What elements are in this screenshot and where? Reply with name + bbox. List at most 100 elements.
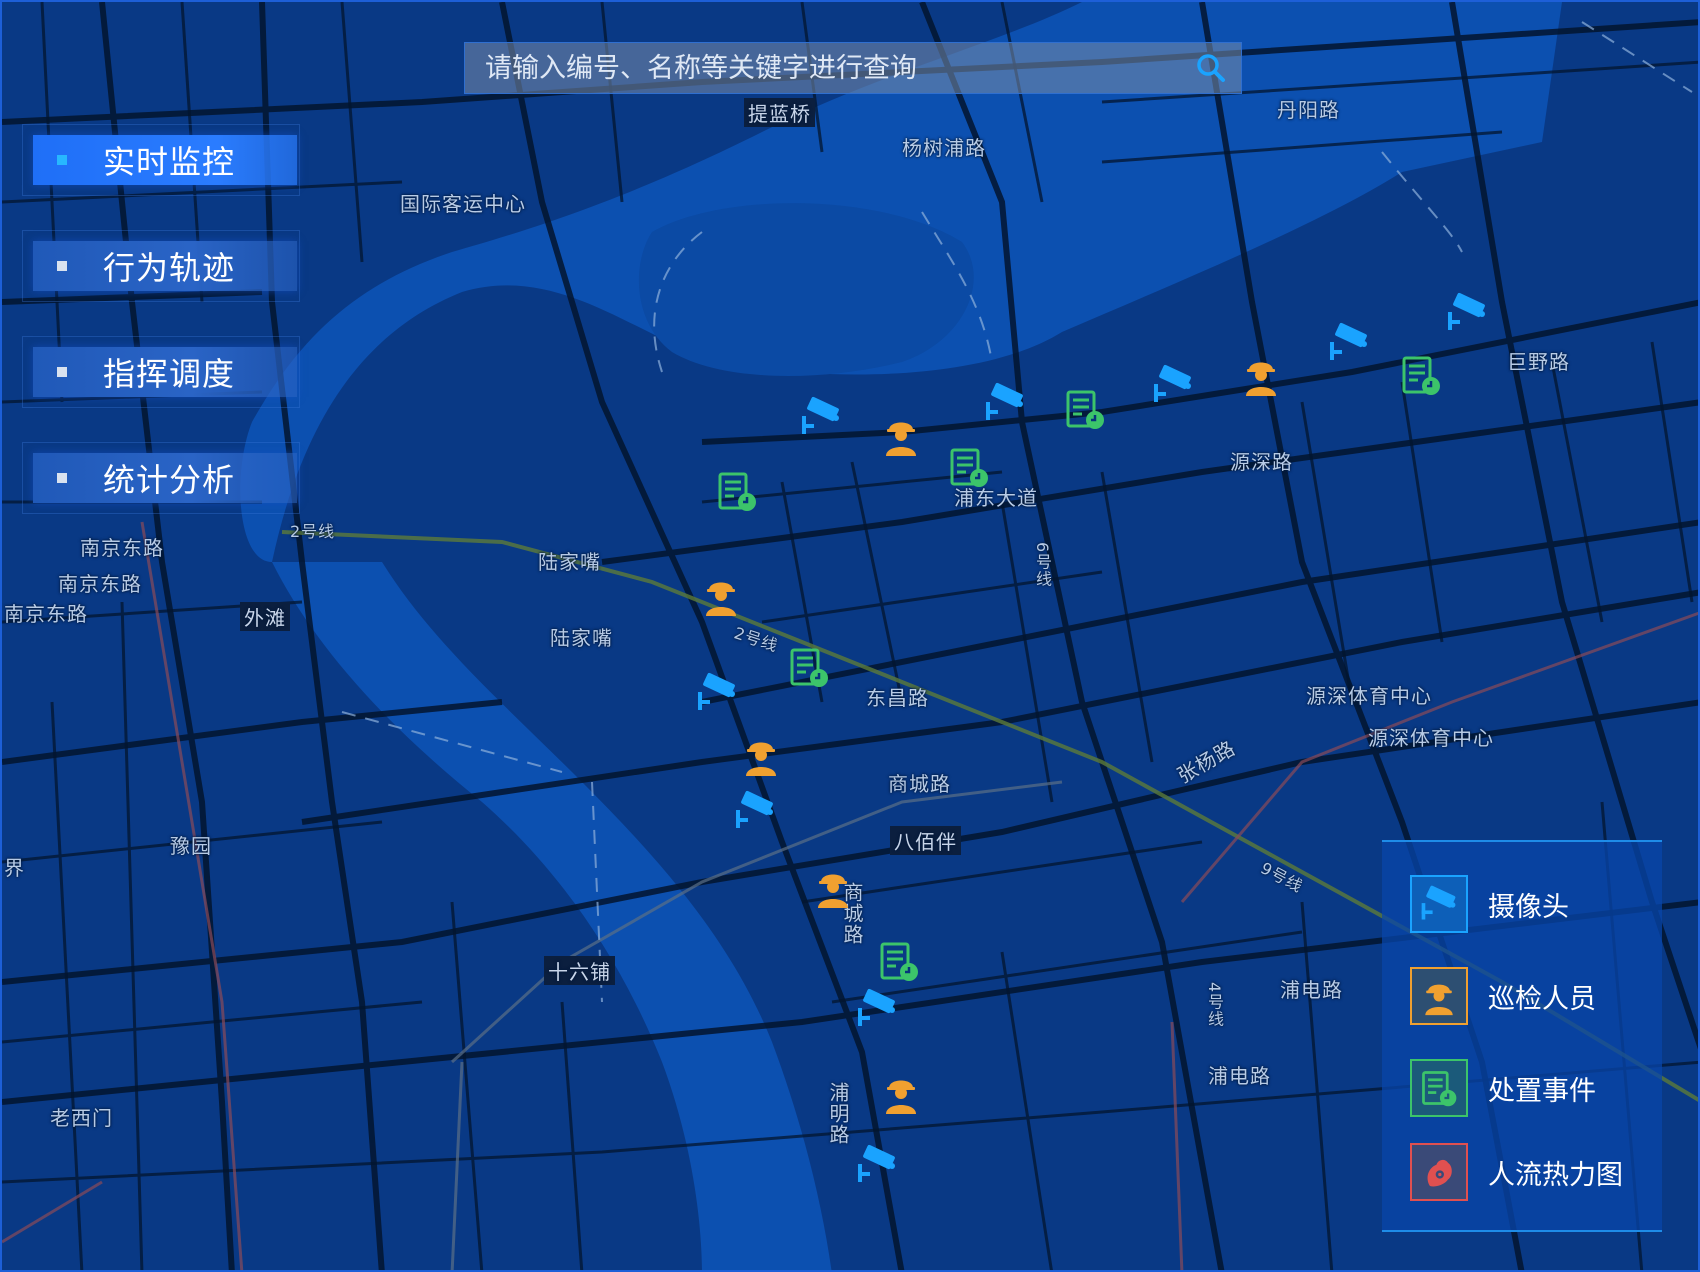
camera-marker[interactable] [1326, 320, 1372, 366]
map-label: 源深体育中心 [1368, 726, 1494, 750]
event-marker[interactable] [946, 444, 992, 490]
legend-item-event[interactable]: 处置事件 [1410, 1058, 1596, 1118]
search-bar [464, 42, 1242, 94]
map-legend: 摄像头 巡检人员 处置事件 人流热力图 [1382, 840, 1662, 1232]
search-button[interactable] [1181, 43, 1241, 93]
event-icon [950, 448, 988, 487]
map-label: 商城路 [888, 772, 951, 796]
legend-label: 处置事件 [1488, 1075, 1596, 1107]
worker-marker[interactable] [698, 572, 744, 618]
nav-item-command-dispatch[interactable]: 指挥调度 [22, 336, 300, 408]
worker-marker[interactable] [878, 1070, 924, 1116]
legend-label: 巡检人员 [1488, 983, 1596, 1015]
map-label: 南京东路 [80, 536, 164, 560]
worker-marker[interactable] [878, 412, 924, 458]
worker-marker[interactable] [810, 864, 856, 910]
worker-marker[interactable] [738, 732, 784, 778]
camera-marker[interactable] [982, 380, 1028, 426]
legend-item-worker[interactable]: 巡检人员 [1410, 966, 1596, 1026]
map-label: 外滩 [240, 602, 290, 631]
event-icon [790, 648, 828, 687]
map-label: 八佰伴 [890, 826, 961, 855]
worker-icon [1246, 362, 1276, 396]
camera-icon [1448, 292, 1485, 330]
worker-icon [1425, 984, 1453, 1016]
camera-icon [1154, 364, 1191, 402]
map-label: 东昌路 [866, 686, 929, 710]
map-label: 浦电路 [1208, 1064, 1271, 1088]
legend-item-heatmap[interactable]: 人流热力图 [1410, 1142, 1623, 1202]
map-label: 国际客运中心 [400, 192, 526, 216]
event-icon [880, 942, 918, 981]
camera-icon [736, 790, 773, 828]
event-marker[interactable] [1398, 352, 1444, 398]
event-marker[interactable] [1062, 386, 1108, 432]
nav-item-label: 行为轨迹 [103, 249, 236, 287]
camera-marker[interactable] [732, 788, 778, 834]
nav-item-label: 统计分析 [103, 461, 236, 499]
camera-marker[interactable] [1444, 290, 1490, 336]
heatmap-icon [1427, 1159, 1452, 1187]
worker-icon [746, 742, 776, 776]
map-label: 2号线 [290, 522, 336, 541]
map-label: 豫园 [170, 834, 212, 858]
event-icon [1422, 1071, 1457, 1107]
map-label: 十六铺 [544, 956, 615, 985]
nav-item-body: 行为轨迹 [33, 241, 297, 291]
event-icon [1402, 356, 1440, 395]
camera-icon [802, 396, 839, 434]
nav-item-body: 实时监控 [33, 135, 297, 185]
legend-icon-box [1410, 875, 1468, 933]
map-label: 4号线 [1205, 982, 1224, 1028]
nav-item-body: 指挥调度 [33, 347, 297, 397]
map-label: 巨野路 [1507, 350, 1570, 374]
camera-icon [858, 988, 895, 1026]
map-label: 界 [4, 856, 25, 880]
camera-marker[interactable] [854, 986, 900, 1032]
nav-bullet [57, 473, 67, 483]
map-label: 源深路 [1230, 450, 1293, 474]
camera-marker[interactable] [854, 1142, 900, 1188]
event-marker[interactable] [714, 468, 760, 514]
legend-icon-box [1410, 1143, 1468, 1201]
legend-icon-box [1410, 967, 1468, 1025]
worker-marker[interactable] [1238, 352, 1284, 398]
legend-label: 人流热力图 [1488, 1159, 1623, 1191]
map-label: 6号线 [1033, 542, 1052, 588]
map-label: 南京东路 [58, 572, 142, 596]
camera-marker[interactable] [694, 670, 740, 716]
map-label: 杨树浦路 [902, 136, 986, 160]
nav-item-realtime-monitoring[interactable]: 实时监控 [22, 124, 300, 196]
search-input[interactable] [465, 42, 1181, 94]
legend-item-camera[interactable]: 摄像头 [1410, 874, 1569, 934]
nav-bullet [57, 367, 67, 377]
nav-item-label: 指挥调度 [103, 355, 236, 393]
nav-item-statistics[interactable]: 统计分析 [22, 442, 300, 514]
map-label: 提蓝桥 [744, 98, 815, 127]
worker-icon [886, 1080, 916, 1114]
camera-icon [858, 1144, 895, 1182]
nav-bullet [57, 155, 67, 165]
camera-marker[interactable] [798, 394, 844, 440]
event-icon [718, 472, 756, 511]
worker-icon [886, 422, 916, 456]
legend-icon-box [1410, 1059, 1468, 1117]
map-label: 浦电路 [1280, 978, 1343, 1002]
map-label: 老西门 [50, 1106, 113, 1130]
map-label: 丹阳路 [1277, 98, 1340, 122]
worker-icon [818, 874, 848, 908]
map-label: 陆家嘴 [550, 626, 613, 650]
nav-item-body: 统计分析 [33, 453, 297, 503]
search-icon [1197, 54, 1225, 82]
event-marker[interactable] [876, 938, 922, 984]
nav-bullet [57, 261, 67, 271]
camera-marker[interactable] [1150, 362, 1196, 408]
camera-icon [986, 382, 1023, 420]
event-icon [1066, 390, 1104, 429]
map-label: 陆家嘴 [538, 550, 601, 574]
camera-icon [698, 672, 735, 710]
nav-item-behavior-track[interactable]: 行为轨迹 [22, 230, 300, 302]
nav-item-label: 实时监控 [103, 143, 236, 181]
event-marker[interactable] [786, 644, 832, 690]
camera-icon [1421, 885, 1456, 920]
